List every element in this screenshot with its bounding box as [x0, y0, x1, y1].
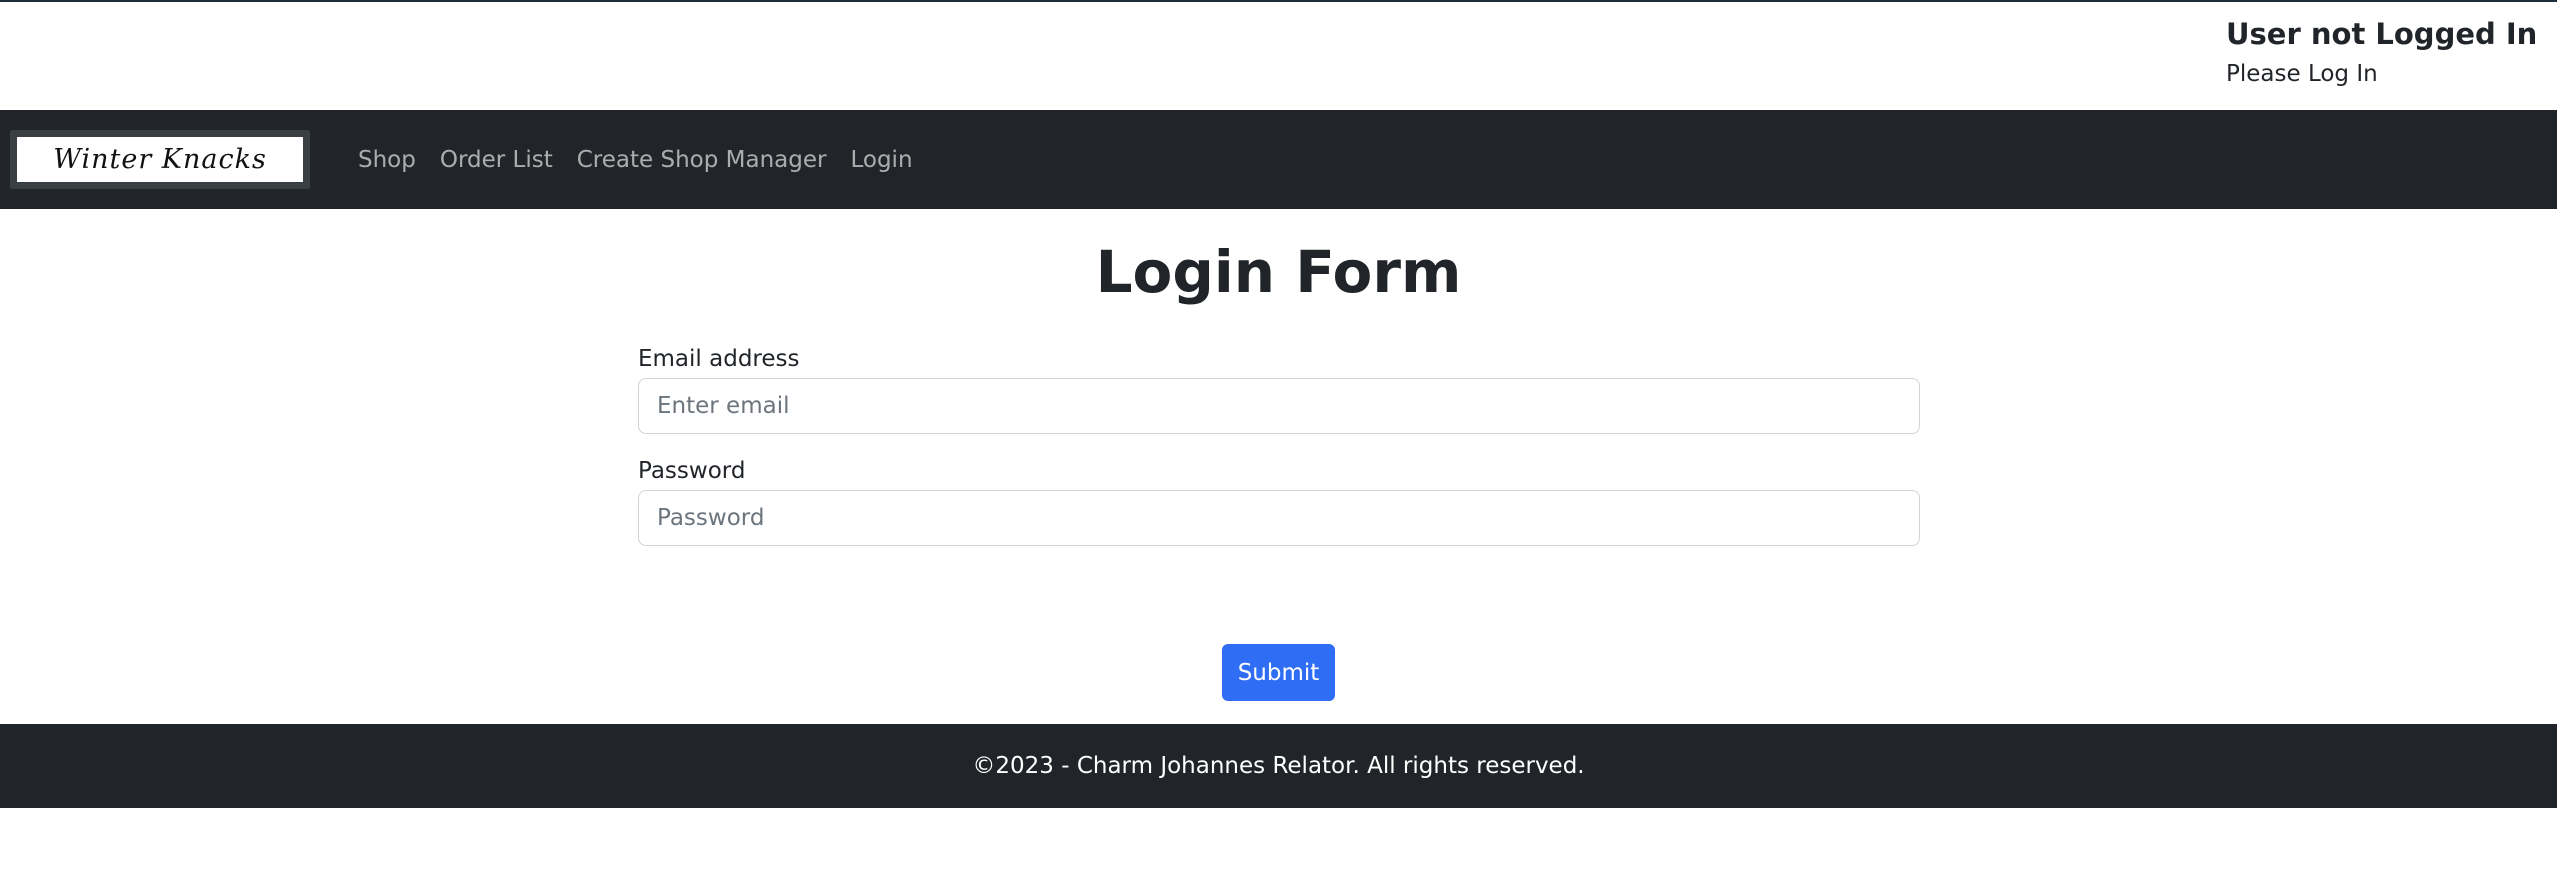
brand-name: Winter Knacks: [17, 137, 303, 182]
footer-copyright: ©2023 - Charm Johannes Relator. All righ…: [972, 753, 1585, 779]
user-status-subtitle: Please Log In: [2226, 61, 2378, 87]
nav-link-shop[interactable]: Shop: [358, 147, 428, 173]
user-status-panel: User not Logged In Please Log In: [2226, 14, 2537, 92]
password-field-group: Password: [638, 454, 1920, 546]
page-title: Login Form: [1095, 238, 1462, 306]
email-label: Email address: [638, 346, 800, 372]
user-status-title: User not Logged In: [2226, 17, 2538, 51]
submit-button[interactable]: Submit: [1222, 644, 1335, 701]
password-label: Password: [638, 458, 746, 484]
password-input[interactable]: [638, 490, 1920, 546]
nav-link-create-shop-manager[interactable]: Create Shop Manager: [577, 147, 839, 173]
email-field-group: Email address: [638, 342, 1920, 434]
email-input[interactable]: [638, 378, 1920, 434]
brand-logo[interactable]: Winter Knacks: [10, 130, 310, 189]
top-border-line: [0, 0, 2557, 2]
login-form: Email address Password: [638, 342, 1920, 566]
nav-link-order-list[interactable]: Order List: [440, 147, 565, 173]
nav-link-login[interactable]: Login: [850, 147, 924, 173]
navbar: Winter Knacks Shop Order List Create Sho…: [0, 110, 2557, 209]
nav-links: Shop Order List Create Shop Manager Logi…: [358, 110, 937, 209]
footer: ©2023 - Charm Johannes Relator. All righ…: [0, 724, 2557, 808]
